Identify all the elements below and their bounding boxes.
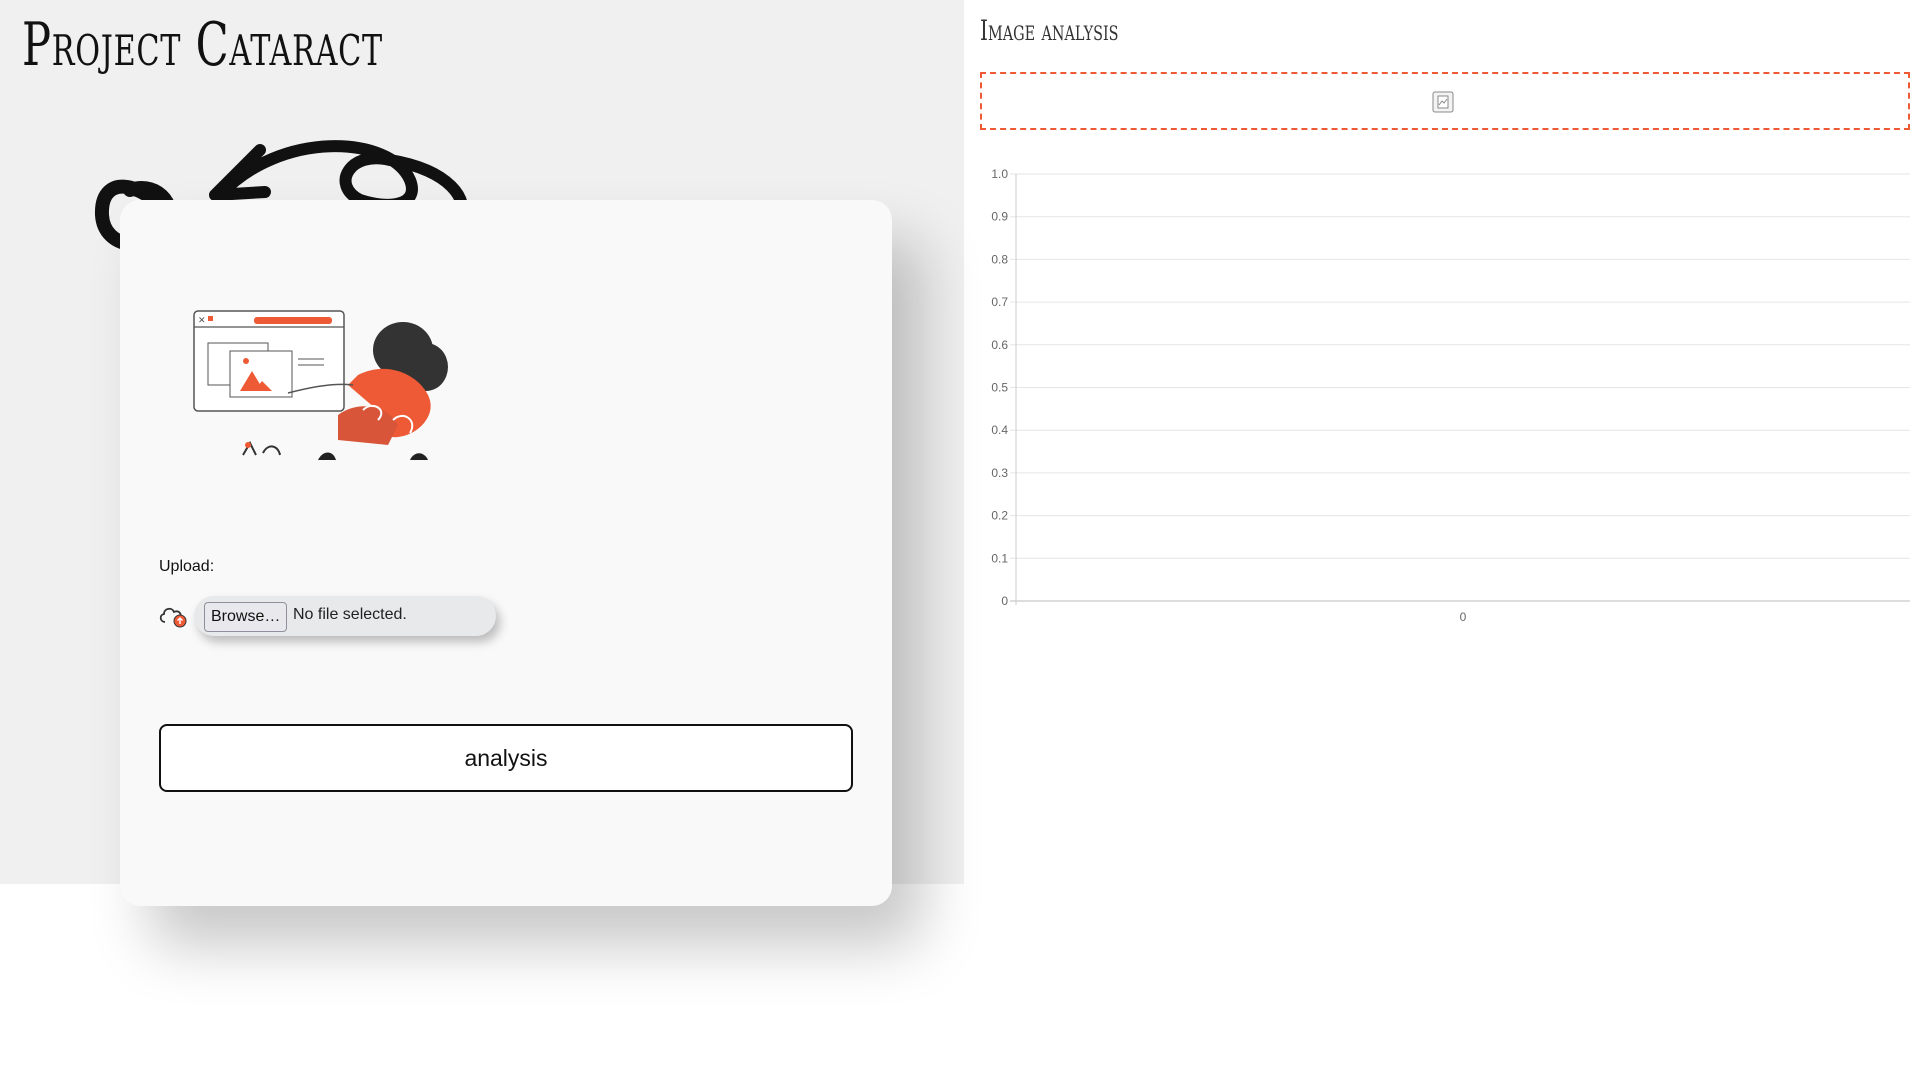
- y-tick-label: 0.6: [991, 338, 1008, 352]
- image-preview-box: [980, 72, 1910, 130]
- y-tick-label: 0.1: [991, 551, 1008, 565]
- analysis-button[interactable]: analysis: [159, 724, 853, 792]
- upload-illustration-icon: ✕: [193, 310, 448, 460]
- y-tick-label: 0.2: [991, 509, 1008, 523]
- file-input[interactable]: Browse… No file selected.: [194, 596, 496, 636]
- file-status-text: No file selected.: [293, 606, 407, 623]
- cloud-upload-icon: [159, 607, 187, 628]
- page-title: Project Cataract: [22, 10, 383, 80]
- y-tick-label: 0.9: [991, 210, 1008, 224]
- upload-label: Upload:: [159, 558, 215, 575]
- image-analysis-title: Image analysis: [980, 14, 1119, 47]
- y-tick-label: 0.8: [991, 252, 1008, 266]
- x-tick-label: 0: [1460, 610, 1467, 624]
- y-tick-label: 0.3: [991, 466, 1008, 480]
- y-tick-label: 0: [1001, 594, 1008, 608]
- y-tick-label: 0.4: [991, 423, 1008, 437]
- results-chart: 0 0.1 0.2 0.3 0.4 0.5 0.6 0.7 0.8 0.9 1.0 0: [991, 167, 1910, 624]
- browse-button[interactable]: Browse…: [204, 602, 288, 632]
- broken-image-icon: [1432, 91, 1454, 113]
- svg-text:✕: ✕: [198, 315, 206, 325]
- upload-row: Browse… No file selected.: [158, 596, 538, 638]
- upload-card: ✕ Upload: Browse… No file selected. anal…: [120, 200, 892, 906]
- y-tick-label: 0.5: [991, 381, 1008, 395]
- y-tick-label: 0.7: [991, 295, 1008, 309]
- y-tick-label: 1.0: [991, 167, 1008, 181]
